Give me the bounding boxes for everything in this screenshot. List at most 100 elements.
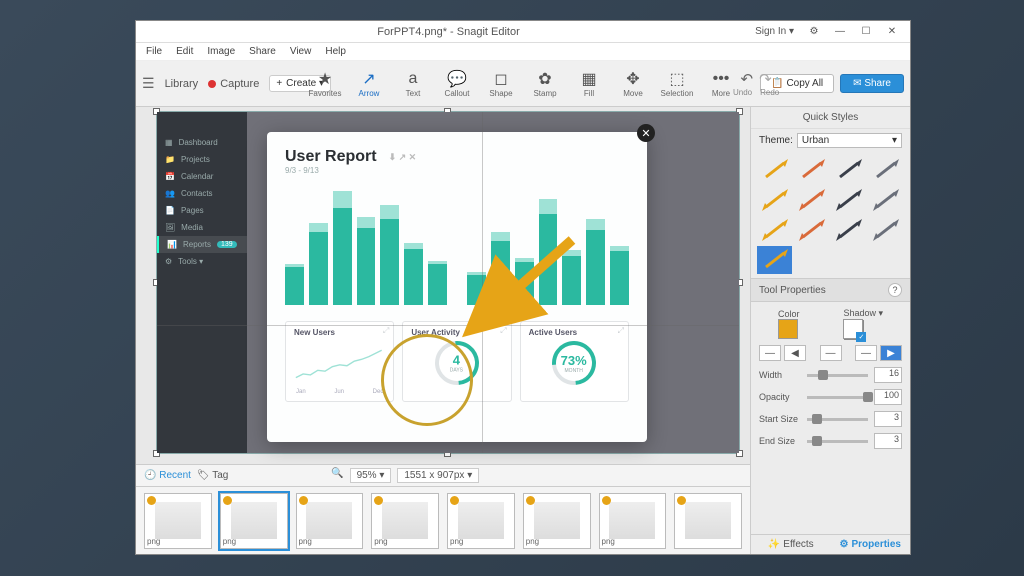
record-icon xyxy=(208,80,216,88)
zoom-dropdown[interactable]: 95% ▾ xyxy=(350,468,392,483)
capture-tray: pngpngpngpngpngpngpng xyxy=(136,486,750,554)
date-range: 9/3 - 9/13 xyxy=(285,166,629,175)
tool-fill[interactable]: ▦Fill xyxy=(572,70,606,98)
tray-thumbnail[interactable]: png xyxy=(447,493,515,549)
menu-edit[interactable]: Edit xyxy=(176,46,193,57)
undo-button[interactable]: ↶ xyxy=(741,70,754,88)
tool-shape[interactable]: ◻Shape xyxy=(484,70,518,98)
tray-thumbnail[interactable]: png xyxy=(144,493,212,549)
end-size-value[interactable]: 3 xyxy=(874,433,902,449)
menu-share[interactable]: Share xyxy=(249,46,276,57)
tag-tab[interactable]: 🏷 Tag xyxy=(197,470,228,481)
tool-text[interactable]: aText xyxy=(396,70,430,98)
arrow-annotation[interactable] xyxy=(457,232,587,342)
menu-bar: File Edit Image Share View Help xyxy=(136,43,910,61)
capture-button[interactable]: Capture xyxy=(208,78,259,90)
close-button[interactable]: ✕ xyxy=(880,24,904,40)
minimize-button[interactable]: — xyxy=(828,24,852,40)
tray-thumbnail[interactable] xyxy=(674,493,742,549)
maximize-button[interactable]: ☐ xyxy=(854,24,878,40)
app-sidebar-item: ▦Dashboard xyxy=(157,134,247,151)
tray-thumbnail[interactable]: png xyxy=(296,493,364,549)
arrow-style-swatch[interactable] xyxy=(869,186,904,214)
start-cap-none[interactable]: — xyxy=(759,345,781,361)
tray-thumbnail[interactable]: png xyxy=(371,493,439,549)
theme-dropdown[interactable]: Urban▾ xyxy=(797,133,902,148)
opacity-slider[interactable] xyxy=(807,396,868,399)
bar-chart-left xyxy=(285,187,447,305)
end-cap-arrow[interactable]: ▶ xyxy=(880,345,902,361)
shadow-toggle[interactable]: ✓ xyxy=(843,319,863,339)
sign-in-menu[interactable]: Sign In ▾ xyxy=(755,26,794,37)
start-cap-arrow[interactable]: ◀ xyxy=(784,345,806,361)
help-icon[interactable]: ? xyxy=(888,283,902,297)
redo-button[interactable]: ↷ xyxy=(759,70,772,88)
circle-annotation xyxy=(381,334,473,426)
tool-callout[interactable]: 💬Callout xyxy=(440,70,474,98)
window-title: ForPPT4.png* - Snagit Editor xyxy=(142,26,755,38)
tray-thumbnail[interactable]: png xyxy=(599,493,667,549)
selection-bounds[interactable]: ▦Dashboard📁Projects📅Calendar👥Contacts📄Pa… xyxy=(156,111,740,454)
hamburger-icon[interactable]: ☰ xyxy=(142,75,155,92)
share-button[interactable]: ✉ Share xyxy=(840,74,904,93)
line-style[interactable]: — xyxy=(820,345,842,361)
tray-thumbnail[interactable]: png xyxy=(220,493,288,549)
start-size-value[interactable]: 3 xyxy=(874,411,902,427)
tool-favorites[interactable]: ★Favorites xyxy=(308,70,342,98)
app-sidebar-item: 📅Calendar xyxy=(157,168,247,185)
arrow-style-swatch[interactable] xyxy=(757,186,792,214)
menu-view[interactable]: View xyxy=(290,46,312,57)
tool-move[interactable]: ✥Move xyxy=(616,70,650,98)
tab-effects[interactable]: ✨Effects xyxy=(751,535,831,554)
arrow-style-swatch[interactable] xyxy=(794,216,829,244)
color-picker[interactable] xyxy=(778,319,798,339)
close-icon: ✕ xyxy=(637,124,655,142)
app-sidebar-item: 🖼Media xyxy=(157,219,247,236)
arrow-style-swatch[interactable] xyxy=(757,246,792,274)
tray-thumbnail[interactable]: png xyxy=(523,493,591,549)
titlebar: ForPPT4.png* - Snagit Editor Sign In ▾ ⚙… xyxy=(136,21,910,43)
library-button[interactable]: Library xyxy=(165,78,199,90)
end-size-slider[interactable] xyxy=(807,440,868,443)
arrow-style-swatch[interactable] xyxy=(869,156,904,184)
arrow-style-swatch[interactable] xyxy=(832,216,867,244)
settings-icon[interactable]: ⚙ xyxy=(802,24,826,40)
app-sidebar-item: 📄Pages xyxy=(157,202,247,219)
expand-icon: ⤢ xyxy=(618,326,624,336)
app-sidebar-item: 👥Contacts xyxy=(157,185,247,202)
arrow-styles-grid xyxy=(751,152,910,278)
tool-arrow[interactable]: ↗Arrow xyxy=(352,70,386,98)
search-icon[interactable]: 🔍 xyxy=(331,468,343,483)
arrow-style-swatch[interactable] xyxy=(794,186,829,214)
modal-actions: ⬇ ↗ ✕ xyxy=(389,152,417,163)
width-value[interactable]: 16 xyxy=(874,367,902,383)
crosshair-horizontal xyxy=(157,325,739,326)
canvas[interactable]: ▦Dashboard📁Projects📅Calendar👥Contacts📄Pa… xyxy=(136,107,750,464)
arrow-style-swatch[interactable] xyxy=(832,186,867,214)
menu-image[interactable]: Image xyxy=(207,46,235,57)
expand-icon: ⤢ xyxy=(383,326,389,336)
width-slider[interactable] xyxy=(807,374,868,377)
menu-file[interactable]: File xyxy=(146,46,162,57)
right-panel: Quick Styles Theme: Urban▾ Tool Properti… xyxy=(750,107,910,554)
arrow-style-swatch[interactable] xyxy=(757,156,792,184)
quick-styles-title: Quick Styles xyxy=(751,107,910,129)
app-sidebar: ▦Dashboard📁Projects📅Calendar👥Contacts📄Pa… xyxy=(157,112,247,453)
sparkline-chart xyxy=(294,343,385,383)
tab-properties[interactable]: ⚙Properties xyxy=(831,535,911,554)
arrow-style-swatch[interactable] xyxy=(869,216,904,244)
app-window: ForPPT4.png* - Snagit Editor Sign In ▾ ⚙… xyxy=(135,20,911,555)
dimensions-dropdown[interactable]: 1551 x 907px ▾ xyxy=(397,468,479,483)
start-size-slider[interactable] xyxy=(807,418,868,421)
recent-tab[interactable]: 🕘 Recent xyxy=(144,470,191,481)
menu-help[interactable]: Help xyxy=(325,46,346,57)
end-cap-none[interactable]: — xyxy=(855,345,877,361)
arrow-style-swatch[interactable] xyxy=(794,156,829,184)
arrow-style-swatch[interactable] xyxy=(832,156,867,184)
tool-selection[interactable]: ⬚Selection xyxy=(660,70,694,98)
captured-image: ▦Dashboard📁Projects📅Calendar👥Contacts📄Pa… xyxy=(157,112,739,453)
tool-stamp[interactable]: ✿Stamp xyxy=(528,70,562,98)
arrow-style-swatch[interactable] xyxy=(757,216,792,244)
card-new-users: New Users ⤢ Jan Jun xyxy=(285,321,394,402)
opacity-value[interactable]: 100 xyxy=(874,389,902,405)
